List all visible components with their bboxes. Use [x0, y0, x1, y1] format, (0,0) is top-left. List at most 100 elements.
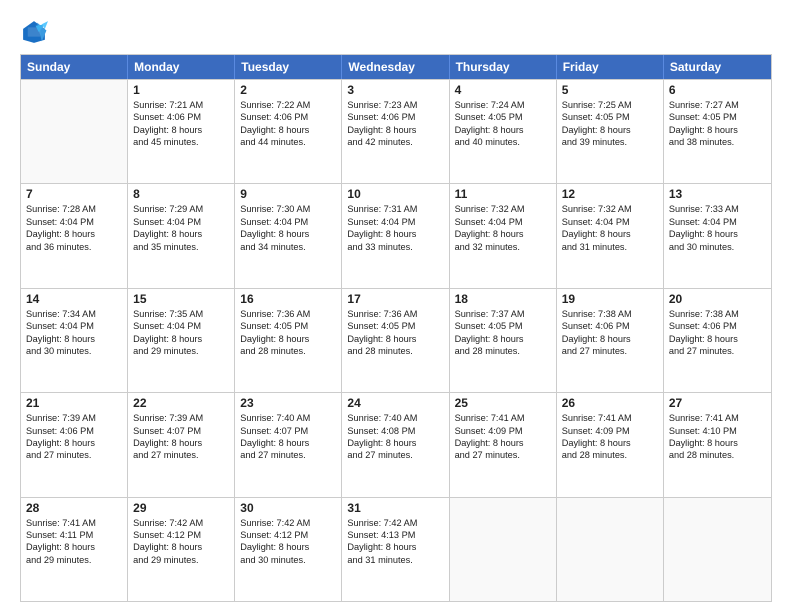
- cal-cell: 27 Sunrise: 7:41 AMSunset: 4:10 PMDayligh…: [664, 393, 771, 496]
- cal-cell-text: Sunrise: 7:34 AMSunset: 4:04 PMDaylight:…: [26, 308, 122, 358]
- cal-cell: 17 Sunrise: 7:36 AMSunset: 4:05 PMDayligh…: [342, 289, 449, 392]
- cal-day-number: 11: [455, 187, 551, 201]
- cal-day-number: 24: [347, 396, 443, 410]
- cal-cell-text: Sunrise: 7:38 AMSunset: 4:06 PMDaylight:…: [669, 308, 766, 358]
- cal-cell-text: Sunrise: 7:30 AMSunset: 4:04 PMDaylight:…: [240, 203, 336, 253]
- cal-cell-text: Sunrise: 7:41 AMSunset: 4:10 PMDaylight:…: [669, 412, 766, 462]
- cal-cell-text: Sunrise: 7:39 AMSunset: 4:06 PMDaylight:…: [26, 412, 122, 462]
- cal-cell: 6Sunrise: 7:27 AMSunset: 4:05 PMDaylight…: [664, 80, 771, 183]
- cal-cell-text: Sunrise: 7:28 AMSunset: 4:04 PMDaylight:…: [26, 203, 122, 253]
- calendar: SundayMondayTuesdayWednesdayThursdayFrid…: [20, 54, 772, 602]
- cal-day-number: 18: [455, 292, 551, 306]
- calendar-body: 1 Sunrise: 7:21 AMSunset: 4:06 PMDaylight…: [21, 79, 771, 601]
- cal-cell: 21 Sunrise: 7:39 AMSunset: 4:06 PMDayligh…: [21, 393, 128, 496]
- cal-cell: 4 Sunrise: 7:24 AMSunset: 4:05 PMDaylight…: [450, 80, 557, 183]
- logo: [20, 18, 52, 46]
- cal-day-number: 16: [240, 292, 336, 306]
- cal-week-5: 28 Sunrise: 7:41 AMSunset: 4:11 PMDayligh…: [21, 497, 771, 601]
- cal-header-friday: Friday: [557, 55, 664, 79]
- cal-cell: 9 Sunrise: 7:30 AMSunset: 4:04 PMDaylight…: [235, 184, 342, 287]
- cal-day-number: 3: [347, 83, 443, 97]
- cal-cell: 26 Sunrise: 7:41 AMSunset: 4:09 PMDayligh…: [557, 393, 664, 496]
- cal-cell: 5 Sunrise: 7:25 AMSunset: 4:05 PMDaylight…: [557, 80, 664, 183]
- cal-week-3: 14 Sunrise: 7:34 AMSunset: 4:04 PMDayligh…: [21, 288, 771, 392]
- cal-cell-text: Sunrise: 7:35 AMSunset: 4:04 PMDaylight:…: [133, 308, 229, 358]
- cal-cell-text: Sunrise: 7:38 AMSunset: 4:06 PMDaylight:…: [562, 308, 658, 358]
- cal-day-number: 10: [347, 187, 443, 201]
- cal-cell-text: Sunrise: 7:40 AMSunset: 4:07 PMDaylight:…: [240, 412, 336, 462]
- cal-cell: [557, 498, 664, 601]
- cal-cell-text: Sunrise: 7:42 AMSunset: 4:12 PMDaylight:…: [240, 517, 336, 567]
- cal-cell-text: Sunrise: 7:31 AMSunset: 4:04 PMDaylight:…: [347, 203, 443, 253]
- cal-day-number: 27: [669, 396, 766, 410]
- cal-header-thursday: Thursday: [450, 55, 557, 79]
- cal-cell-text: Sunrise: 7:22 AMSunset: 4:06 PMDaylight:…: [240, 99, 336, 149]
- cal-cell: 23 Sunrise: 7:40 AMSunset: 4:07 PMDayligh…: [235, 393, 342, 496]
- cal-header-sunday: Sunday: [21, 55, 128, 79]
- cal-day-number: 23: [240, 396, 336, 410]
- cal-cell: 15Sunrise: 7:35 AMSunset: 4:04 PMDayligh…: [128, 289, 235, 392]
- cal-cell: 7 Sunrise: 7:28 AMSunset: 4:04 PMDaylight…: [21, 184, 128, 287]
- cal-header-tuesday: Tuesday: [235, 55, 342, 79]
- cal-cell: 25 Sunrise: 7:41 AMSunset: 4:09 PMDayligh…: [450, 393, 557, 496]
- cal-day-number: 12: [562, 187, 658, 201]
- cal-week-2: 7 Sunrise: 7:28 AMSunset: 4:04 PMDaylight…: [21, 183, 771, 287]
- cal-cell-text: Sunrise: 7:42 AMSunset: 4:12 PMDaylight:…: [133, 517, 229, 567]
- cal-cell-text: Sunrise: 7:33 AMSunset: 4:04 PMDaylight:…: [669, 203, 766, 253]
- cal-day-number: 28: [26, 501, 122, 515]
- cal-day-number: 26: [562, 396, 658, 410]
- cal-cell-text: Sunrise: 7:23 AMSunset: 4:06 PMDaylight:…: [347, 99, 443, 149]
- cal-cell: 24 Sunrise: 7:40 AMSunset: 4:08 PMDayligh…: [342, 393, 449, 496]
- cal-cell: 18 Sunrise: 7:37 AMSunset: 4:05 PMDayligh…: [450, 289, 557, 392]
- page: SundayMondayTuesdayWednesdayThursdayFrid…: [0, 0, 792, 612]
- cal-cell-text: Sunrise: 7:24 AMSunset: 4:05 PMDaylight:…: [455, 99, 551, 149]
- cal-header-saturday: Saturday: [664, 55, 771, 79]
- cal-week-1: 1 Sunrise: 7:21 AMSunset: 4:06 PMDaylight…: [21, 79, 771, 183]
- cal-cell: 2 Sunrise: 7:22 AMSunset: 4:06 PMDaylight…: [235, 80, 342, 183]
- header: [20, 18, 772, 46]
- logo-icon: [20, 18, 48, 46]
- cal-cell-text: Sunrise: 7:39 AMSunset: 4:07 PMDaylight:…: [133, 412, 229, 462]
- cal-day-number: 22: [133, 396, 229, 410]
- cal-cell: 16Sunrise: 7:36 AMSunset: 4:05 PMDayligh…: [235, 289, 342, 392]
- cal-day-number: 8: [133, 187, 229, 201]
- cal-day-number: 4: [455, 83, 551, 97]
- cal-cell: 30Sunrise: 7:42 AMSunset: 4:12 PMDayligh…: [235, 498, 342, 601]
- cal-cell-text: Sunrise: 7:36 AMSunset: 4:05 PMDaylight:…: [347, 308, 443, 358]
- cal-day-number: 7: [26, 187, 122, 201]
- cal-day-number: 31: [347, 501, 443, 515]
- cal-cell: 8 Sunrise: 7:29 AMSunset: 4:04 PMDaylight…: [128, 184, 235, 287]
- cal-cell: 3 Sunrise: 7:23 AMSunset: 4:06 PMDaylight…: [342, 80, 449, 183]
- cal-cell-text: Sunrise: 7:21 AMSunset: 4:06 PMDaylight:…: [133, 99, 229, 149]
- cal-day-number: 19: [562, 292, 658, 306]
- cal-day-number: 9: [240, 187, 336, 201]
- cal-day-number: 17: [347, 292, 443, 306]
- cal-cell: [450, 498, 557, 601]
- cal-header-monday: Monday: [128, 55, 235, 79]
- cal-day-number: 2: [240, 83, 336, 97]
- cal-cell-text: Sunrise: 7:42 AMSunset: 4:13 PMDaylight:…: [347, 517, 443, 567]
- cal-day-number: 20: [669, 292, 766, 306]
- cal-day-number: 21: [26, 396, 122, 410]
- cal-cell: 22 Sunrise: 7:39 AMSunset: 4:07 PMDayligh…: [128, 393, 235, 496]
- cal-cell-text: Sunrise: 7:41 AMSunset: 4:09 PMDaylight:…: [455, 412, 551, 462]
- cal-day-number: 13: [669, 187, 766, 201]
- cal-cell-text: Sunrise: 7:25 AMSunset: 4:05 PMDaylight:…: [562, 99, 658, 149]
- cal-cell: 31 Sunrise: 7:42 AMSunset: 4:13 PMDayligh…: [342, 498, 449, 601]
- cal-cell-text: Sunrise: 7:40 AMSunset: 4:08 PMDaylight:…: [347, 412, 443, 462]
- cal-cell-text: Sunrise: 7:41 AMSunset: 4:11 PMDaylight:…: [26, 517, 122, 567]
- cal-cell: 1 Sunrise: 7:21 AMSunset: 4:06 PMDaylight…: [128, 80, 235, 183]
- cal-cell: 10 Sunrise: 7:31 AMSunset: 4:04 PMDayligh…: [342, 184, 449, 287]
- cal-cell: 11Sunrise: 7:32 AMSunset: 4:04 PMDayligh…: [450, 184, 557, 287]
- cal-day-number: 14: [26, 292, 122, 306]
- cal-week-4: 21 Sunrise: 7:39 AMSunset: 4:06 PMDayligh…: [21, 392, 771, 496]
- cal-day-number: 25: [455, 396, 551, 410]
- cal-cell: 13 Sunrise: 7:33 AMSunset: 4:04 PMDayligh…: [664, 184, 771, 287]
- cal-cell-text: Sunrise: 7:41 AMSunset: 4:09 PMDaylight:…: [562, 412, 658, 462]
- cal-day-number: 6: [669, 83, 766, 97]
- cal-day-number: 5: [562, 83, 658, 97]
- cal-cell: 14 Sunrise: 7:34 AMSunset: 4:04 PMDayligh…: [21, 289, 128, 392]
- cal-cell-text: Sunrise: 7:37 AMSunset: 4:05 PMDaylight:…: [455, 308, 551, 358]
- cal-day-number: 1: [133, 83, 229, 97]
- cal-cell-text: Sunrise: 7:29 AMSunset: 4:04 PMDaylight:…: [133, 203, 229, 253]
